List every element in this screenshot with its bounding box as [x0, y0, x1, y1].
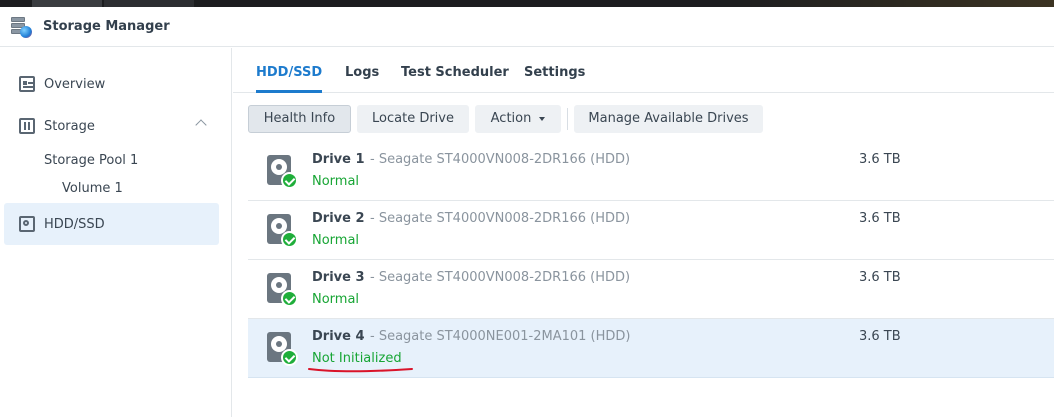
drive-name: Drive 4 [312, 329, 365, 344]
sidebar: Overview Storage Storage Pool 1 Volume 1… [0, 48, 232, 417]
sidebar-item-overview[interactable]: Overview [4, 63, 219, 105]
tab-hdd-ssd[interactable]: HDD/SSD [256, 65, 322, 80]
desktop-top-strip [0, 0, 1054, 7]
overview-icon [19, 76, 35, 92]
chevron-up-icon[interactable] [195, 119, 207, 131]
desktop-tab [32, 0, 102, 7]
drive-size: 3.6 TB [859, 211, 901, 226]
drive-name: Drive 3 [312, 270, 365, 285]
drive-row[interactable]: Drive 1 - Seagate ST4000VN008-2DR166 (HD… [248, 142, 1054, 201]
storage-icon [19, 118, 35, 134]
drive-status: Normal [312, 174, 360, 189]
desktop-background [714, 0, 1054, 7]
drive-model: - Seagate ST4000VN008-2DR166 (HDD) [370, 152, 631, 167]
tab-test-scheduler[interactable]: Test Scheduler [401, 65, 509, 80]
sidebar-item-volume[interactable]: Volume 1 [62, 181, 123, 196]
tab-settings[interactable]: Settings [524, 65, 585, 80]
drive-name: Drive 1 [312, 152, 365, 167]
caret-down-icon [539, 116, 546, 121]
sidebar-item-storage[interactable]: Storage [4, 105, 219, 147]
drive-status: Normal [312, 233, 360, 248]
drive-row[interactable]: Drive 3 - Seagate ST4000VN008-2DR166 (HD… [248, 260, 1054, 319]
drive-row[interactable]: Drive 2 - Seagate ST4000VN008-2DR166 (HD… [248, 201, 1054, 260]
sidebar-item-storage-pool[interactable]: Storage Pool 1 [44, 153, 138, 168]
sidebar-item-hdd-ssd[interactable]: HDD/SSD [4, 203, 219, 245]
sidebar-item-label: Overview [44, 76, 106, 92]
drive-size: 3.6 TB [859, 152, 901, 167]
hdd-healthy-icon [267, 214, 299, 248]
hdd-healthy-icon [267, 273, 299, 307]
drive-status: Not Initialized [312, 351, 402, 366]
tab-logs[interactable]: Logs [345, 65, 379, 80]
drive-model: - Seagate ST4000VN008-2DR166 (HDD) [370, 270, 631, 285]
toolbar-separator [567, 108, 568, 130]
drive-name: Drive 2 [312, 211, 365, 226]
red-underline-annotation [308, 368, 413, 373]
drive-status: Normal [312, 292, 360, 307]
window-titlebar: Storage Manager [0, 7, 1054, 47]
drive-model: - Seagate ST4000VN008-2DR166 (HDD) [370, 211, 631, 226]
active-tab-indicator [256, 90, 322, 93]
hdd-healthy-icon [267, 155, 299, 189]
drive-size: 3.6 TB [859, 329, 901, 344]
health-info-button[interactable]: Health Info [248, 105, 351, 133]
locate-drive-button[interactable]: Locate Drive [357, 105, 469, 133]
manage-available-drives-button[interactable]: Manage Available Drives [574, 105, 763, 133]
drive-model: - Seagate ST4000NE001-2MA101 (HDD) [370, 329, 631, 344]
hdd-healthy-icon [267, 332, 299, 366]
main-panel: HDD/SSD Logs Test Scheduler Settings Hea… [233, 48, 1054, 417]
drive-row-selected[interactable]: Drive 4 - Seagate ST4000NE001-2MA101 (HD… [248, 319, 1054, 378]
action-button-label: Action [490, 111, 532, 126]
sidebar-item-label: Storage [44, 118, 95, 134]
window-title: Storage Manager [43, 19, 170, 34]
action-dropdown-button[interactable]: Action [475, 105, 561, 133]
sidebar-item-label: HDD/SSD [44, 216, 105, 232]
desktop-tab [104, 0, 194, 7]
drive-size: 3.6 TB [859, 270, 901, 285]
storage-manager-icon [10, 16, 32, 38]
tab-bar: HDD/SSD Logs Test Scheduler Settings [233, 48, 1054, 93]
hdd-icon [19, 216, 35, 232]
